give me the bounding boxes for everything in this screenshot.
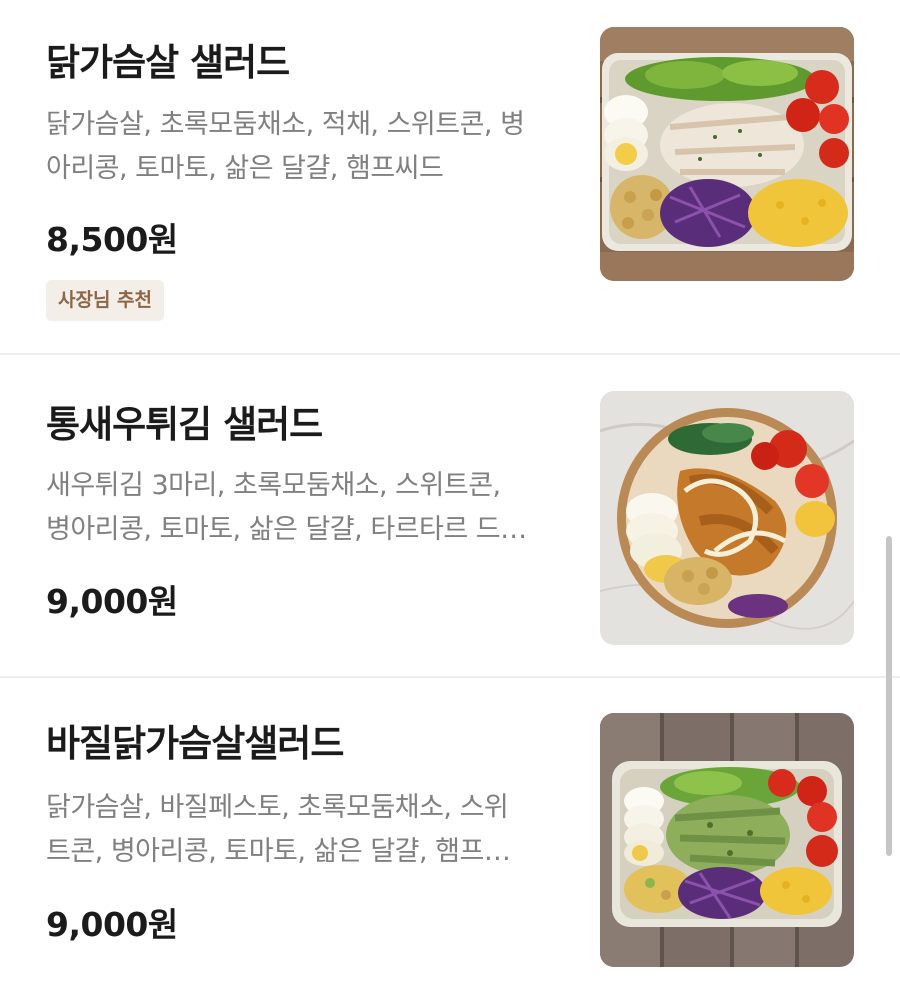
scrollbar[interactable] bbox=[886, 536, 892, 856]
description-line: 닭가슴살, 초록모둠채소, 적채, 스위트콘, 병 bbox=[46, 109, 525, 140]
menu-item-basil-chicken-salad[interactable]: 바질닭가슴살샐러드 닭가슴살, 바질페스토, 초록모둠채소, 스위 트콘, 병아… bbox=[0, 678, 900, 992]
fried-shrimp-salad-photo[interactable] bbox=[600, 391, 854, 645]
menu-item-name: 통새우튀김 샐러드 bbox=[46, 403, 323, 446]
owner-recommend-badge: 사장님 추천 bbox=[46, 280, 165, 321]
menu-item-name: 닭가슴살 샐러드 bbox=[46, 41, 290, 84]
menu-item-price: 9,000원 bbox=[46, 905, 178, 944]
menu-item-name: 바질닭가슴살샐러드 bbox=[46, 722, 344, 765]
menu-item-description: 새우튀김 3마리, 초록모둠채소, 스위트콘, 병아리콩, 토마토, 삶은 달걀… bbox=[46, 464, 586, 552]
description-line: 병아리콩, 토마토, 삶은 달걀, 타르타르 드… bbox=[46, 514, 527, 545]
basil-chicken-salad-photo[interactable] bbox=[600, 713, 854, 967]
menu-list: 닭가슴살 샐러드 닭가슴살, 초록모둠채소, 적채, 스위트콘, 병 아리콩, … bbox=[0, 0, 900, 992]
menu-item-price: 9,000원 bbox=[46, 582, 178, 621]
description-line: 트콘, 병아리콩, 토마토, 삶은 달걀, 햄프… bbox=[46, 836, 511, 867]
description-line: 아리콩, 토마토, 삶은 달걀, 햄프씨드 bbox=[46, 153, 444, 184]
menu-item-fried-shrimp-salad[interactable]: 통새우튀김 샐러드 새우튀김 3마리, 초록모둠채소, 스위트콘, 병아리콩, … bbox=[0, 355, 900, 677]
description-line: 닭가슴살, 바질페스토, 초록모둠채소, 스위 bbox=[46, 792, 509, 823]
menu-item-chicken-breast-salad[interactable]: 닭가슴살 샐러드 닭가슴살, 초록모둠채소, 적채, 스위트콘, 병 아리콩, … bbox=[0, 0, 900, 354]
menu-item-price: 8,500원 bbox=[46, 220, 178, 259]
menu-item-description: 닭가슴살, 바질페스토, 초록모둠채소, 스위 트콘, 병아리콩, 토마토, 삶… bbox=[46, 786, 586, 874]
menu-item-description: 닭가슴살, 초록모둠채소, 적채, 스위트콘, 병 아리콩, 토마토, 삶은 달… bbox=[46, 103, 586, 191]
description-line: 새우튀김 3마리, 초록모둠채소, 스위트콘, bbox=[46, 470, 501, 501]
chicken-breast-salad-photo[interactable] bbox=[600, 27, 854, 281]
